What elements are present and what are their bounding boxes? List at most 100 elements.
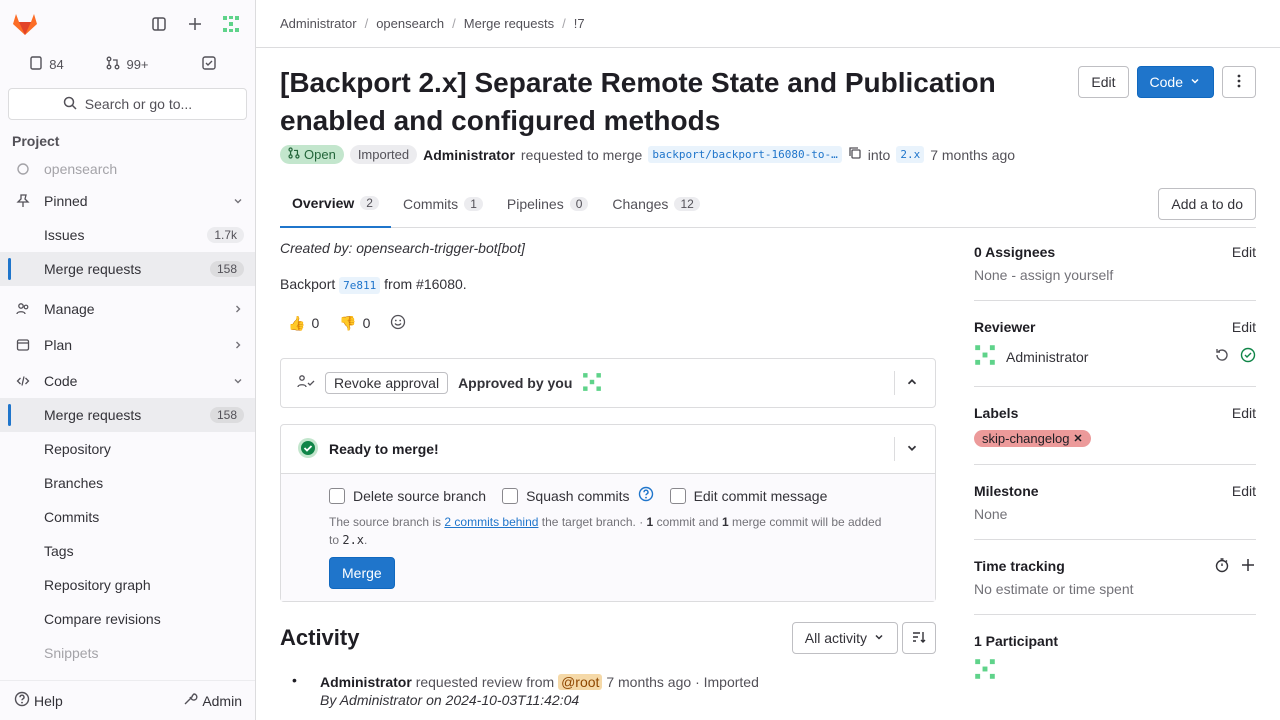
sidebar-item-pinned-merge-requests[interactable]: Merge requests 158 <box>0 252 255 286</box>
sidebar-item-merge-requests[interactable]: Merge requests 158 <box>0 398 255 432</box>
title-row: [Backport 2.x] Separate Remote State and… <box>280 64 1256 140</box>
tab-changes[interactable]: Changes 12 <box>600 180 711 228</box>
user-avatar[interactable] <box>215 8 247 40</box>
breadcrumb-item[interactable]: Merge requests <box>464 16 554 31</box>
assign-yourself-link[interactable]: None - assign yourself <box>974 267 1256 283</box>
chevron-down-icon <box>873 630 885 646</box>
tab-pipelines[interactable]: Pipelines 0 <box>495 180 601 228</box>
reviewer-edit-button[interactable]: Edit <box>1232 319 1256 335</box>
merge-options: Delete source branch Squash commits Edit… <box>281 473 935 601</box>
rerequest-review-icon[interactable] <box>1214 347 1230 366</box>
merge-widget: Ready to merge! Delete source branch Squ… <box>280 424 936 602</box>
planning-icon <box>16 338 32 352</box>
sidebar-section-title: Project <box>12 133 60 149</box>
labels-edit-button[interactable]: Edit <box>1232 405 1256 421</box>
create-new-icon[interactable] <box>179 8 211 40</box>
chevron-up-icon[interactable] <box>905 375 919 392</box>
page-title: [Backport 2.x] Separate Remote State and… <box>280 67 996 136</box>
edit-button[interactable]: Edit <box>1078 66 1129 98</box>
code-dropdown-button[interactable]: Code <box>1136 66 1214 98</box>
assigned-issues-button[interactable]: 84 <box>8 49 85 79</box>
help-button[interactable]: Help <box>8 687 69 714</box>
participants-block: 1 Participant <box>974 629 1256 683</box>
issues-icon <box>29 55 43 73</box>
merge-request-open-icon <box>288 147 300 162</box>
reviewer-name[interactable]: Administrator <box>1006 349 1088 365</box>
time-tracking-block: Time tracking No estimate or time spent <box>974 554 1256 615</box>
chevron-down-icon[interactable] <box>905 441 919 458</box>
sidebar-item-issues[interactable]: Issues 1.7k <box>0 218 255 252</box>
issues-count-badge: 1.7k <box>207 227 244 243</box>
delete-source-branch-checkbox[interactable]: Delete source branch <box>329 487 486 504</box>
sidebar-project-name[interactable]: opensearch <box>0 154 255 184</box>
ellipsis-vertical-icon <box>1231 73 1247 92</box>
question-icon[interactable] <box>638 486 654 505</box>
sidebar-item-compare-revisions[interactable]: Compare revisions <box>0 602 255 636</box>
sidebar-item-branches[interactable]: Branches <box>0 466 255 500</box>
sidebar-item-tags[interactable]: Tags <box>0 534 255 568</box>
gitlab-logo[interactable] <box>8 7 42 41</box>
sort-order-button[interactable] <box>902 622 936 654</box>
edit-commit-message-checkbox[interactable]: Edit commit message <box>669 487 827 504</box>
merge-request-icon <box>106 56 120 73</box>
source-branch[interactable]: backport/backport-16080-to-… <box>648 146 842 163</box>
sidebar-item-manage[interactable]: Manage <box>0 292 255 326</box>
search-icon <box>63 96 77 113</box>
main-content: Administrator / opensearch / Merge reque… <box>256 0 1280 720</box>
smiley-icon <box>390 314 406 333</box>
sidebar-top <box>0 0 255 48</box>
label-skip-changelog[interactable]: skip-changelog <box>974 430 1092 447</box>
imported-badge: Imported <box>349 145 418 164</box>
commit-link[interactable]: 7e811 <box>339 277 381 294</box>
thumbs-up-button[interactable]: 👍 0 <box>280 308 327 338</box>
breadcrumb: Administrator / opensearch / Merge reque… <box>256 0 1280 48</box>
plus-icon[interactable] <box>1240 557 1256 576</box>
assigned-mrs-button[interactable]: 99+ <box>89 49 166 79</box>
reviewer-avatar <box>974 344 996 369</box>
revoke-approval-button[interactable]: Revoke approval <box>325 372 449 394</box>
sidebar-item-code[interactable]: Code <box>0 364 255 398</box>
panel-toggle-icon[interactable] <box>143 8 175 40</box>
thumbs-down-button[interactable]: 👎 0 <box>331 308 378 338</box>
chevron-down-icon <box>232 195 244 207</box>
assignees-edit-button[interactable]: Edit <box>1232 244 1256 260</box>
chevron-right-icon <box>232 303 244 315</box>
stopwatch-icon[interactable] <box>1214 557 1230 576</box>
sidebar-item-pinned[interactable]: Pinned <box>0 184 255 218</box>
participant-avatar[interactable] <box>974 658 1256 683</box>
ready-to-merge-text: Ready to merge! <box>329 441 439 457</box>
sidebar-item-snippets[interactable]: Snippets <box>0 636 255 670</box>
project-icon <box>16 162 32 176</box>
tab-overview[interactable]: Overview 2 <box>280 180 391 228</box>
sidebar-item-repository[interactable]: Repository <box>0 432 255 466</box>
sidebar-item-repository-graph[interactable]: Repository graph <box>0 568 255 602</box>
commits-behind-link[interactable]: 2 commits behind <box>444 515 538 529</box>
milestone-edit-button[interactable]: Edit <box>1232 483 1256 499</box>
breadcrumb-item[interactable]: !7 <box>574 16 585 31</box>
mention-link[interactable]: @root <box>558 674 603 690</box>
sidebar-item-plan[interactable]: Plan <box>0 328 255 362</box>
target-branch[interactable]: 2.x <box>896 146 925 163</box>
mr-count-badge: 158 <box>209 407 244 423</box>
breadcrumb-item[interactable]: Administrator <box>280 16 357 31</box>
add-reaction-button[interactable] <box>382 308 414 338</box>
squash-commits-checkbox[interactable]: Squash commits <box>502 486 653 505</box>
tab-commits[interactable]: Commits 1 <box>391 180 495 228</box>
assignees-block: 0 Assignees Edit None - assign yourself <box>974 240 1256 301</box>
todos-button[interactable] <box>170 49 247 79</box>
sidebar: 84 99+ Search or go to... Project opense… <box>0 0 256 720</box>
more-actions-button[interactable] <box>1222 66 1256 98</box>
activity-filter-dropdown[interactable]: All activity <box>791 622 898 654</box>
mr-description: Created by: opensearch-trigger-bot[bot] … <box>280 240 936 708</box>
search-button[interactable]: Search or go to... <box>8 88 247 120</box>
sidebar-item-commits[interactable]: Commits <box>0 500 255 534</box>
copy-icon[interactable] <box>848 146 862 163</box>
close-icon[interactable] <box>1073 431 1083 446</box>
admin-button[interactable]: Admin <box>176 687 248 714</box>
event-author-link[interactable]: Administrator <box>320 674 412 690</box>
breadcrumb-item[interactable]: opensearch <box>376 16 444 31</box>
add-todo-button[interactable]: Add a to do <box>1158 187 1256 220</box>
author-link[interactable]: Administrator <box>423 147 515 163</box>
backport-text: Backport 7e811 from #16080. <box>280 276 467 294</box>
merge-button[interactable]: Merge <box>329 557 395 589</box>
